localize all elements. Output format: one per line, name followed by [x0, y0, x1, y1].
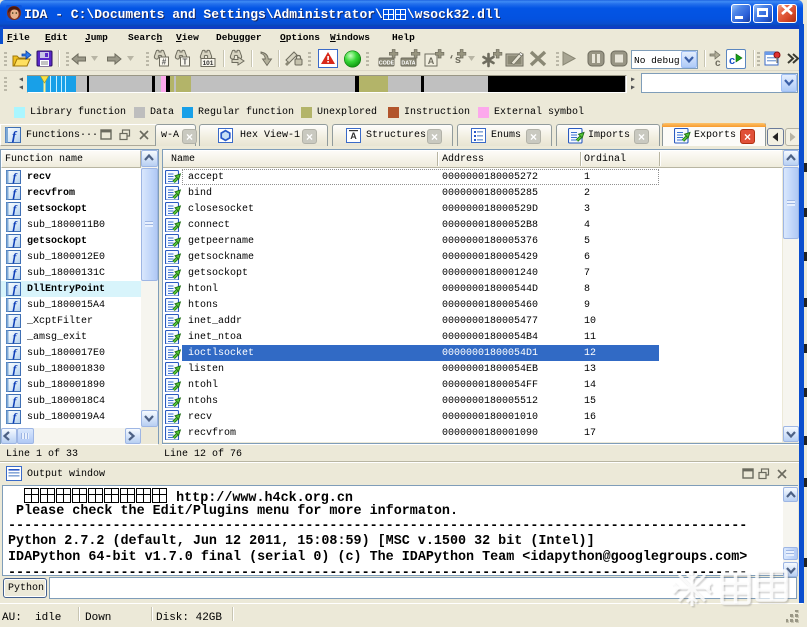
svg-text:101: 101	[203, 60, 214, 67]
svg-text:T: T	[183, 57, 188, 66]
svg-text:CODE: CODE	[379, 60, 395, 66]
svg-text:c: c	[729, 55, 735, 67]
svg-text:c: c	[715, 58, 721, 67]
svg-text:‘s: ‘s	[448, 55, 461, 67]
svg-text:A: A	[350, 131, 357, 141]
svg-text:A: A	[428, 56, 435, 66]
svg-text:DATA: DATA	[401, 60, 415, 66]
svg-text:#: #	[162, 57, 167, 66]
